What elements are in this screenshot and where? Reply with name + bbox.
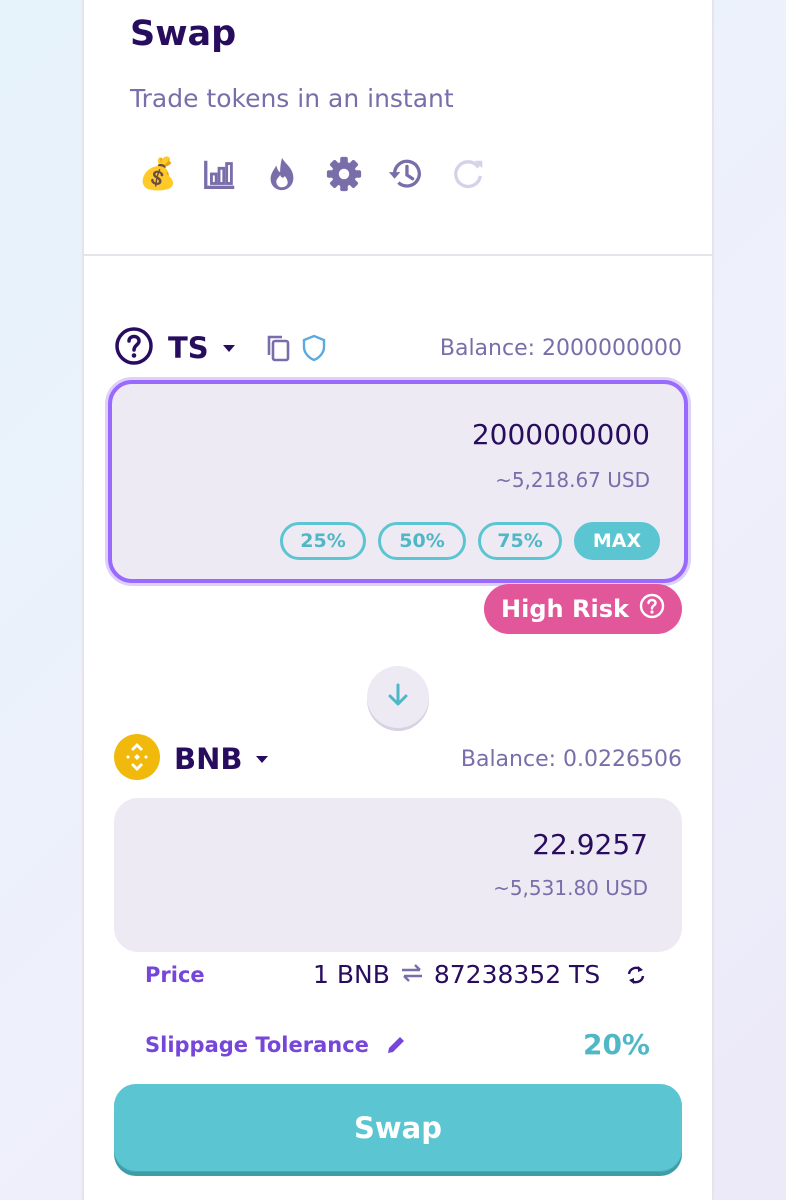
price-value: 1 BNB 87238352 TS [313,960,648,989]
slippage-value: 20% [582,1028,650,1061]
help-icon [639,593,665,625]
from-amount-input[interactable]: 2000000000 [472,418,650,451]
gear-icon[interactable] [324,154,364,194]
to-token-row: BNB Balance: 0.0226506 [114,734,682,784]
bnb-logo-icon [114,734,160,784]
to-balance: Balance: 0.0226506 [460,746,682,772]
to-token-symbol[interactable]: BNB [174,742,242,776]
from-usd-value: ~5,218.67 USD [495,468,650,492]
high-risk-badge[interactable]: High Risk [484,584,682,634]
shield-icon[interactable] [301,334,327,362]
switch-direction-button[interactable] [367,666,429,728]
from-balance: Balance: 2000000000 [439,335,682,361]
refresh-price-icon[interactable] [624,963,648,987]
percent-50-button[interactable]: 50% [378,522,466,560]
copy-icon[interactable] [265,333,293,363]
percent-25-button[interactable]: 25% [280,522,366,560]
from-amount-panel[interactable]: 2000000000 ~5,218.67 USD 25% 50% 75% MAX [108,380,688,583]
toolbar: 💰 [138,152,488,196]
swap-button[interactable]: Swap [114,1084,682,1172]
unknown-token-icon [114,326,154,370]
swap-arrows-icon [400,960,424,989]
fire-icon[interactable] [262,154,302,194]
money-bag-icon[interactable]: 💰 [138,154,178,194]
page-title: Swap [130,14,237,54]
refresh-icon[interactable] [448,154,488,194]
max-button[interactable]: MAX [574,522,660,560]
from-token-symbol[interactable]: TS [168,331,209,365]
to-usd-value: ~5,531.80 USD [493,876,648,900]
history-icon[interactable] [386,154,426,194]
arrow-down-icon [384,681,412,713]
from-token-row: TS Balance: 2000000000 [114,325,682,371]
to-amount-input[interactable]: 22.9257 [532,828,648,861]
percent-75-button[interactable]: 75% [478,522,562,560]
chevron-down-icon[interactable] [222,344,235,352]
pencil-icon[interactable] [385,1034,407,1056]
to-amount-panel[interactable]: 22.9257 ~5,531.80 USD [114,798,682,952]
slippage-label: Slippage Tolerance [145,1033,369,1057]
price-label: Price [145,963,205,987]
slippage-row: Slippage Tolerance [145,1033,407,1057]
price-left: 1 BNB [313,960,390,989]
chevron-down-icon[interactable] [256,755,269,763]
percent-buttons: 25% 50% 75% MAX [280,522,660,560]
price-right: 87238352 TS [433,960,601,989]
chart-icon[interactable] [200,154,240,194]
risk-label: High Risk [501,595,629,623]
page-subtitle: Trade tokens in an instant [130,84,454,113]
swap-header: Swap Trade tokens in an instant 💰 [84,2,712,256]
